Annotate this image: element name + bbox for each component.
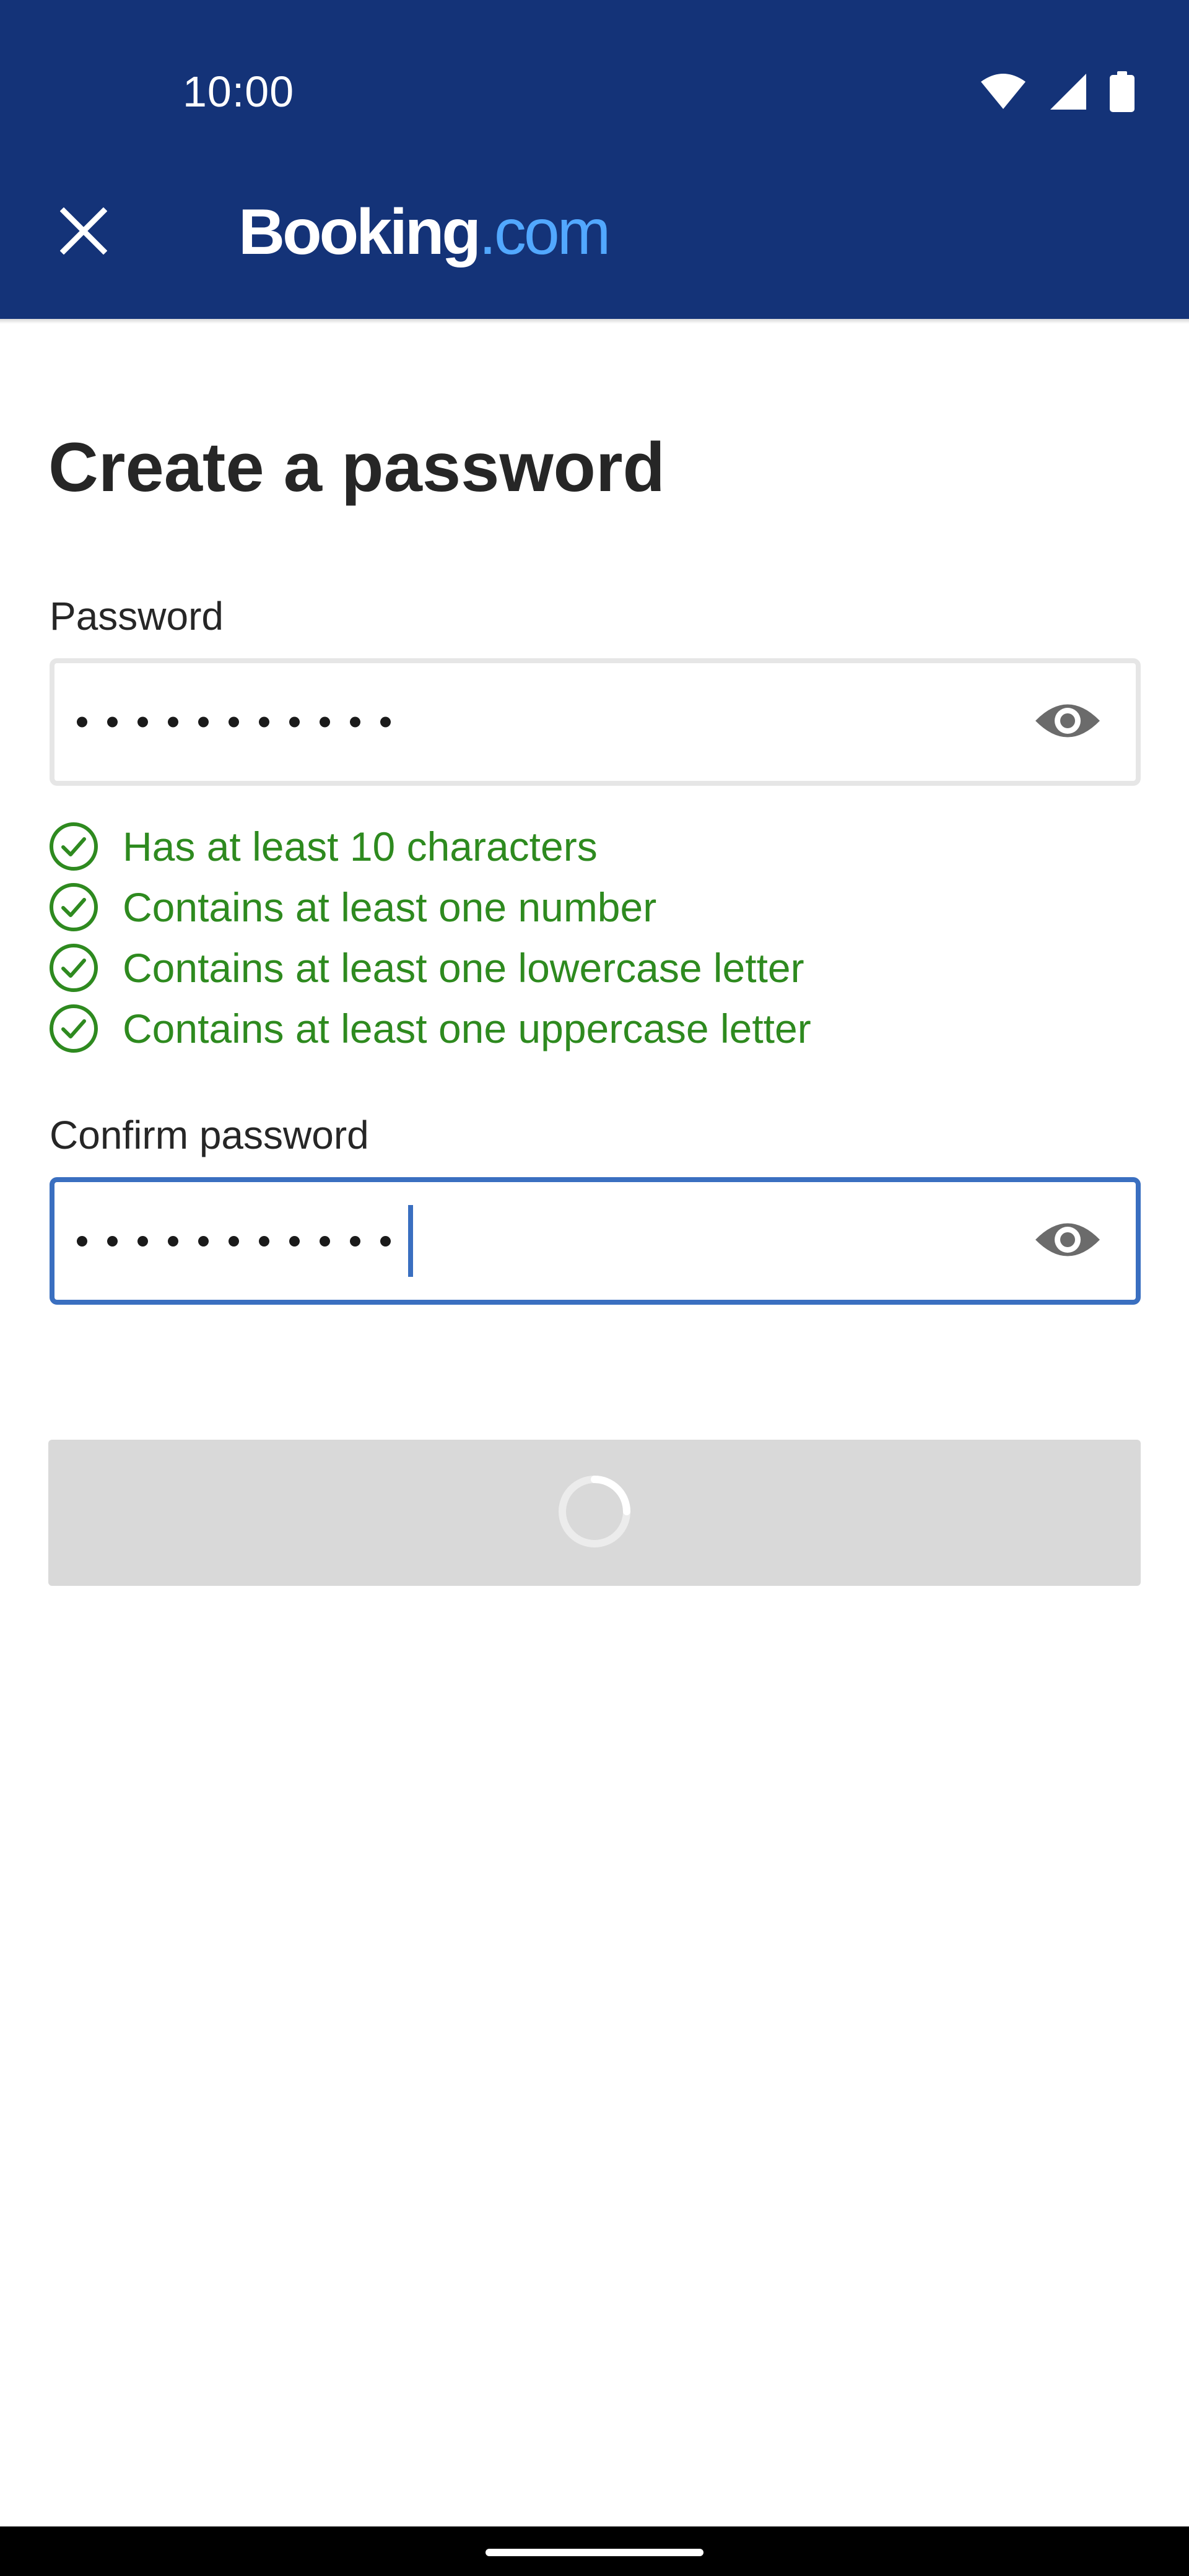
password-masked-value [77,716,391,728]
check-circle-icon [48,821,99,872]
header-shadow [0,319,1189,324]
confirm-password-masked-value [77,1205,413,1277]
password-visibility-toggle[interactable] [1030,685,1105,759]
password-requirements: Has at least 10 characters Contains at l… [48,816,811,1059]
requirement-text: Contains at least one number [123,884,657,930]
password-label: Password [50,594,224,638]
password-mask-dot [380,716,391,728]
password-mask-dot [229,1235,239,1247]
confirm-password-visibility-toggle[interactable] [1030,1204,1105,1278]
password-input[interactable] [50,658,1141,786]
requirement-item: Contains at least one uppercase letter [48,998,811,1059]
password-mask-dot [137,1235,148,1247]
password-mask-dot [350,1235,360,1247]
password-mask-dot [380,1235,391,1247]
system-navigation-bar [0,2526,1189,2576]
requirement-item: Contains at least one lowercase letter [48,938,811,998]
page-title: Create a password [48,429,665,506]
password-mask-dot [259,716,269,728]
password-mask-dot [198,716,209,728]
home-gesture-handle[interactable] [486,2549,703,2556]
password-mask-dot [107,716,118,728]
requirement-item: Contains at least one number [48,877,811,938]
password-mask-dot [137,716,148,728]
password-mask-dot [198,1235,209,1247]
requirement-item: Has at least 10 characters [48,816,811,877]
requirement-text: Contains at least one uppercase letter [123,1006,811,1051]
logo-main-text: Booking [238,196,481,268]
confirm-password-input[interactable] [50,1177,1141,1305]
logo-suffix: com [494,196,611,268]
cell-signal-icon [1049,72,1087,111]
check-circle-icon [48,942,99,993]
password-mask-dot [229,716,239,728]
password-mask-dot [320,716,330,728]
password-mask-dot [289,716,300,728]
requirement-text: Has at least 10 characters [123,824,598,869]
password-mask-dot [320,1235,330,1247]
app-header: 10:00 Booking.com [0,0,1189,319]
eye-icon [1033,1218,1102,1264]
password-mask-dot [107,1235,118,1247]
text-caret [408,1205,413,1277]
loading-spinner-icon [556,1473,633,1553]
submit-button[interactable] [48,1440,1141,1586]
close-icon [59,207,108,258]
password-mask-dot [168,716,178,728]
check-circle-icon [48,1003,99,1054]
check-circle-icon [48,882,99,933]
password-mask-dot [259,1235,269,1247]
close-button[interactable] [50,198,118,266]
password-mask-dot [289,1235,300,1247]
confirm-password-label: Confirm password [50,1113,369,1157]
password-mask-dot [168,1235,178,1247]
status-icons [980,67,1135,116]
status-bar: 10:00 [0,0,1189,186]
status-time: 10:00 [183,67,295,116]
logo-dot: . [478,196,497,268]
wifi-icon [980,73,1027,110]
eye-icon [1033,699,1102,746]
battery-icon [1110,71,1135,112]
password-mask-dot [350,716,360,728]
password-mask-dot [77,716,87,728]
password-mask-dot [77,1235,87,1247]
requirement-text: Contains at least one lowercase letter [123,945,804,991]
booking-logo: Booking.com [238,195,611,269]
